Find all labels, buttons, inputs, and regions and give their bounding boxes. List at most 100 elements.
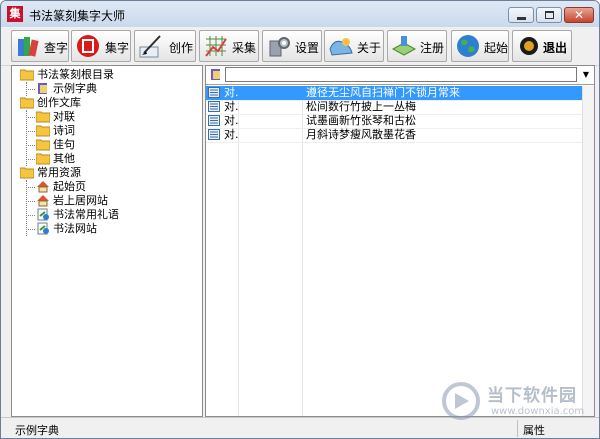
tree-connector [26,229,35,230]
folder-icon [36,153,50,165]
tree-item-label: 其他 [53,152,75,165]
about-icon [329,38,353,56]
tree-item-label: 岩上居网站 [53,194,108,207]
tree-connector [26,131,35,132]
list-item-text: 松间数行竹披上一丛梅 [306,100,416,113]
document-icon [208,129,220,140]
books-icon [18,37,39,57]
list-item-type: 对. [224,86,239,99]
tree-connector [26,201,35,202]
app-window: 集 书法篆刻集字大师 ✕ 查字 集字 创作 采集 设置 关于 注册 起始 退出 … [0,0,600,439]
list-item-text: 月斜诗梦瘦风散墨花香 [306,128,416,141]
home-icon [37,195,49,207]
maximize-button[interactable] [536,7,562,23]
zhuce-button[interactable]: 注册 [387,30,447,62]
tree-item-label: 书法网站 [53,222,97,235]
minimize-button[interactable] [508,7,534,23]
close-button[interactable]: ✕ [564,7,594,23]
jizi-label: 集字 [105,41,130,55]
vertical-scrollbar[interactable] [582,86,594,416]
folder-icon [36,139,50,151]
content-pane: ▼ 对. 遵径无尘风自扫禅门不锁月常来 对. 松间数行竹披上一丛梅 对. 试墨画… [205,65,595,417]
jizi-button[interactable]: 集字 [71,30,131,62]
list-item-type: 对. [224,114,239,127]
search-input[interactable] [225,67,577,82]
book-icon [38,83,47,94]
register-icon [391,36,417,56]
tree-connector [26,89,35,90]
shezhi-button[interactable]: 设置 [262,30,322,62]
tree-connector [26,159,35,160]
brush-icon [139,35,161,58]
chuangzuo-label: 创作 [169,41,194,55]
dictionary-icon [211,69,220,80]
results-list[interactable]: 对. 遵径无尘风自扫禅门不锁月常来 对. 松间数行竹披上一丛梅 对. 试墨画新竹… [206,86,582,416]
search-combo[interactable]: ▼ [206,66,594,85]
tree-item-label: 示例字典 [53,82,97,95]
guanyu-label: 关于 [357,41,382,55]
caiji-label: 采集 [232,41,257,55]
tree-connector [26,117,35,118]
gear-icon [269,37,290,57]
tuichu-button[interactable]: 退出 [512,30,572,62]
toolbar: 查字 集字 创作 采集 设置 关于 注册 起始 退出 [1,27,599,66]
zhuce-label: 注册 [420,41,445,55]
list-item-text: 试墨画新竹张琴和古松 [306,114,416,127]
chazi-button[interactable]: 查字 [11,30,69,62]
document-icon [208,115,220,126]
document-icon [208,101,220,112]
tree-item-label: 对联 [53,110,75,123]
guanyu-button[interactable]: 关于 [324,30,384,62]
tree-connector [26,145,35,146]
tree-connector [26,180,27,236]
chuangzuo-button[interactable]: 创作 [134,30,196,62]
status-current-dictionary: 示例字典 [15,424,59,437]
tuichu-label: 退出 [543,41,568,55]
folder-open-icon [20,97,34,109]
tree-item-label: 书法篆刻根目录 [37,68,114,81]
home-icon [37,181,49,193]
list-item[interactable]: 对. 试墨画新竹张琴和古松 [206,114,582,129]
maximize-icon [545,11,554,19]
caiji-button[interactable]: 采集 [199,30,259,62]
list-item[interactable]: 对. 松间数行竹披上一丛梅 [206,100,582,115]
watermark-logo-icon [442,382,480,420]
document-icon [208,87,220,98]
tree-item-label: 常用资源 [37,166,81,179]
tree-connector [26,110,27,166]
tree-connector [26,215,35,216]
tree-item-label: 书法常用礼语 [53,208,119,221]
close-icon: ✕ [573,8,585,22]
list-item-text: 遵径无尘风自扫禅门不锁月常来 [306,86,460,99]
app-logo-icon: 集 [7,6,23,22]
dropdown-arrow-icon[interactable]: ▼ [580,68,592,81]
folder-open-icon [20,167,34,179]
directory-tree[interactable]: 书法篆刻根目录 示例字典 创作文库 对联 诗词 佳句 其他 常用资源 起始页 岩… [11,65,203,417]
chazi-label: 查字 [44,41,69,55]
window-title: 书法篆刻集字大师 [29,9,126,23]
qishi-label: 起始 [484,41,509,55]
list-item-type: 对. [224,100,239,113]
folder-icon [20,69,34,81]
list-item[interactable]: 对. 遵径无尘风自扫禅门不锁月常来 [206,86,582,101]
watermark: 当下软件园 www.downxia.com [437,379,587,429]
tree-item-label: 创作文库 [37,96,81,109]
list-item[interactable]: 对. 月斜诗梦瘦风散墨花香 [206,128,582,143]
link-icon [37,208,49,221]
tree-item-label: 起始页 [53,180,86,193]
tree-item-label: 佳句 [53,138,75,151]
tree-connector [26,187,35,188]
shezhi-label: 设置 [295,41,320,55]
title-bar[interactable]: 集 书法篆刻集字大师 ✕ [1,1,599,27]
folder-icon [36,125,50,137]
folder-icon [36,111,50,123]
minimize-icon [517,17,526,20]
globe-icon [457,35,479,57]
qishi-button[interactable]: 起始 [451,30,509,62]
watermark-brand: 当下软件园 [487,386,577,406]
tree-item-label: 诗词 [53,124,75,137]
list-item-type: 对. [224,128,239,141]
link-icon [37,222,49,235]
seal-icon [77,35,99,57]
grid-icon [205,36,227,57]
